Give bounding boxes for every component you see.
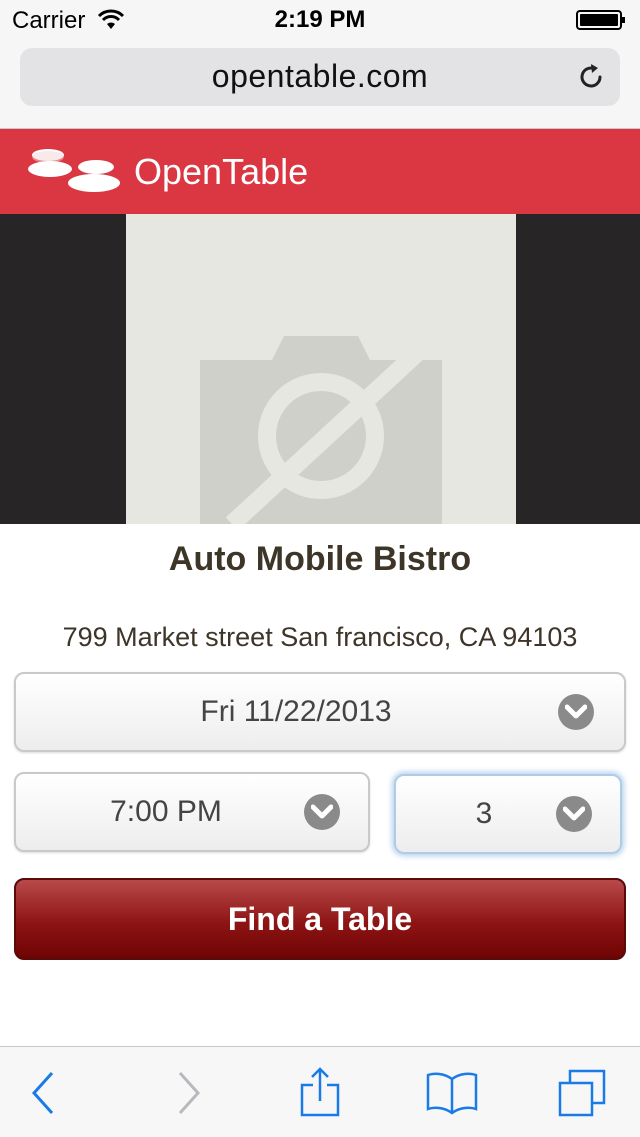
find-a-table-button[interactable]: Find a Table — [14, 878, 626, 960]
date-value: Fri 11/22/2013 — [200, 695, 392, 728]
date-select[interactable]: Fri 11/22/2013 — [14, 672, 626, 752]
time-value: 7:00 PM — [110, 795, 222, 828]
restaurant-photo-band — [0, 214, 640, 524]
time-select[interactable]: 7:00 PM — [14, 772, 370, 852]
no-photo-camera-icon — [200, 336, 442, 524]
chevron-down-icon — [558, 694, 594, 730]
browser-address-bar: opentable.com — [0, 40, 640, 129]
opentable-header: OpenTable — [0, 129, 640, 214]
party-size-select[interactable]: 3 — [394, 774, 622, 854]
opentable-logo-icon[interactable] — [26, 147, 122, 195]
url-text: opentable.com — [211, 58, 429, 94]
tabs-icon[interactable] — [552, 1067, 612, 1119]
status-time: 2:19 PM — [274, 6, 366, 33]
restaurant-photo-placeholder — [126, 214, 516, 524]
status-bar: Carrier 2:19 PM — [0, 0, 640, 40]
party-size-value: 3 — [475, 797, 493, 830]
browser-toolbar — [0, 1046, 640, 1137]
reload-icon[interactable] — [576, 62, 606, 92]
back-icon[interactable] — [14, 1067, 74, 1119]
chevron-down-icon — [556, 796, 592, 832]
share-icon[interactable] — [290, 1067, 350, 1119]
restaurant-address: 799 Market street San francisco, CA 9410… — [62, 622, 578, 652]
url-field[interactable]: opentable.com — [20, 48, 620, 106]
bookmarks-icon[interactable] — [422, 1067, 482, 1119]
restaurant-name: Auto Mobile Bistro — [168, 540, 472, 578]
opentable-logo-text[interactable]: OpenTable — [134, 151, 308, 193]
chevron-down-icon — [304, 794, 340, 830]
battery-icon — [576, 10, 625, 30]
forward-icon[interactable] — [158, 1067, 218, 1119]
